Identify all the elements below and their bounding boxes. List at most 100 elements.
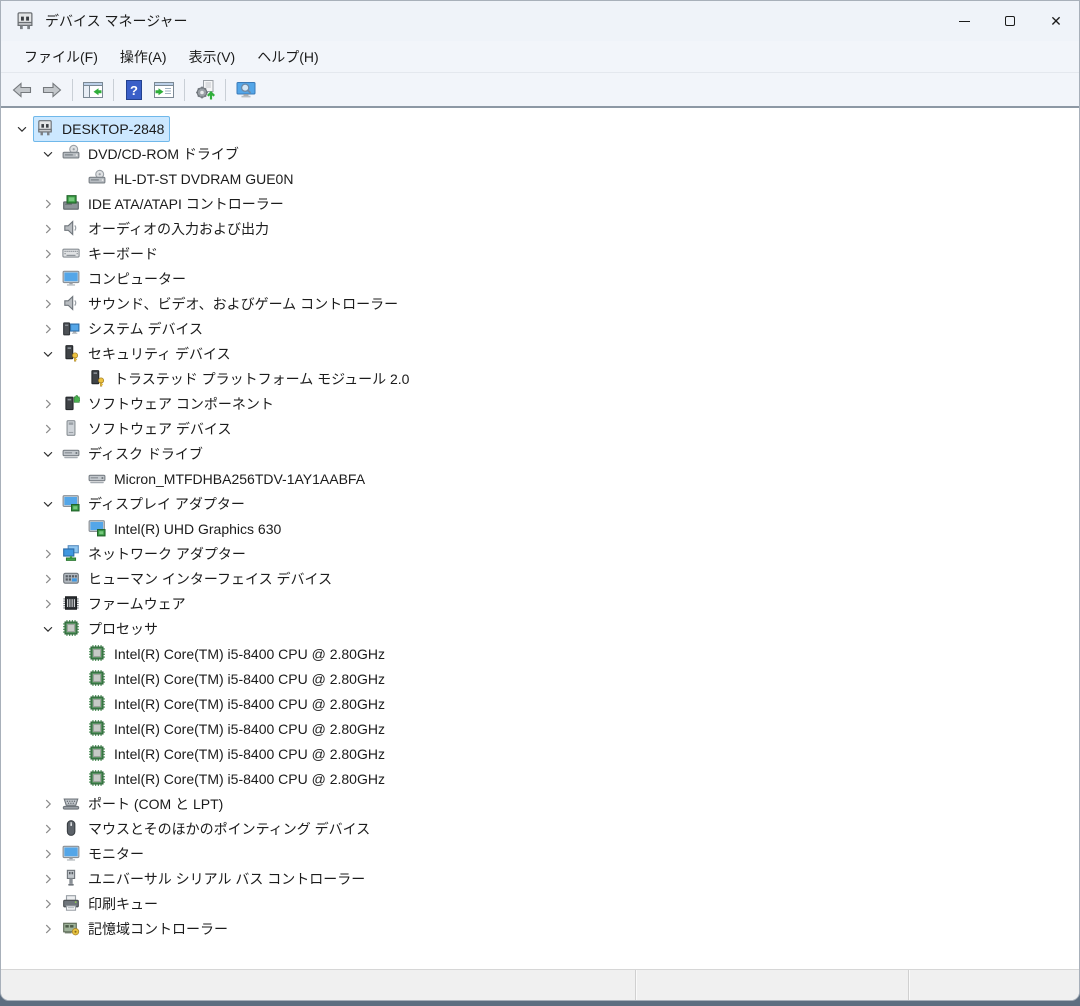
chevron-collapsed-icon[interactable] [37, 566, 59, 591]
toolbar-button-help[interactable]: ? [119, 76, 149, 104]
tree-item[interactable]: Intel(R) Core(TM) i5-8400 CPU @ 2.80GHz [1, 716, 1079, 741]
tree-item-content[interactable]: ソフトウェア コンポーネント [59, 391, 280, 417]
tree-item[interactable]: DVD/CD-ROM ドライブ [1, 141, 1079, 166]
tree-item[interactable]: コンピューター [1, 266, 1079, 291]
tree-item[interactable]: ソフトウェア コンポーネント [1, 391, 1079, 416]
menu-item-help[interactable]: ヘルプ(H) [246, 42, 329, 72]
tree-item-content[interactable]: ユニバーサル シリアル バス コントローラー [59, 866, 371, 892]
tree-item-content[interactable]: Intel(R) Core(TM) i5-8400 CPU @ 2.80GHz [85, 741, 391, 767]
tree-item-content[interactable]: ネットワーク アダプター [59, 541, 252, 567]
tree-item[interactable]: 印刷キュー [1, 891, 1079, 916]
menu-item-file[interactable]: ファイル(F) [13, 42, 109, 72]
tree-item[interactable]: Intel(R) Core(TM) i5-8400 CPU @ 2.80GHz [1, 741, 1079, 766]
tree-item-content[interactable]: ヒューマン インターフェイス デバイス [59, 566, 338, 592]
tree-item-content[interactable]: オーディオの入力および出力 [59, 216, 275, 242]
tree-item-content[interactable]: セキュリティ デバイス [59, 341, 237, 367]
tree-item-content[interactable]: Intel(R) Core(TM) i5-8400 CPU @ 2.80GHz [85, 766, 391, 792]
tree-item-content[interactable]: DVD/CD-ROM ドライブ [59, 141, 245, 167]
chevron-expanded-icon[interactable] [37, 141, 59, 166]
chevron-collapsed-icon[interactable] [37, 316, 59, 341]
tree-item-content[interactable]: マウスとそのほかのポインティング デバイス [59, 816, 376, 842]
toolbar-button-scan-hardware-changes[interactable] [190, 76, 220, 104]
chevron-collapsed-icon[interactable] [37, 816, 59, 841]
tree-item[interactable]: ネットワーク アダプター [1, 541, 1079, 566]
tree-item-content[interactable]: Intel(R) Core(TM) i5-8400 CPU @ 2.80GHz [85, 691, 391, 717]
minimize-button[interactable] [941, 1, 987, 41]
tree-item-content[interactable]: モニター [59, 841, 150, 867]
tree-item-content[interactable]: ファームウェア [59, 591, 192, 617]
tree-item-content[interactable]: Intel(R) Core(TM) i5-8400 CPU @ 2.80GHz [85, 666, 391, 692]
tree-item[interactable]: オーディオの入力および出力 [1, 216, 1079, 241]
menu-item-view[interactable]: 表示(V) [178, 42, 247, 72]
chevron-collapsed-icon[interactable] [37, 216, 59, 241]
tree-item[interactable]: Intel(R) Core(TM) i5-8400 CPU @ 2.80GHz [1, 641, 1079, 666]
toolbar-button-computer-scan[interactable] [231, 76, 261, 104]
tree-item[interactable]: 記憶域コントローラー [1, 916, 1079, 941]
chevron-collapsed-icon[interactable] [37, 416, 59, 441]
tree-item-content[interactable]: サウンド、ビデオ、およびゲーム コントローラー [59, 291, 404, 317]
tree-item-content[interactable]: Intel(R) UHD Graphics 630 [85, 516, 287, 542]
tree-item-content[interactable]: キーボード [59, 241, 164, 267]
tree-item-content[interactable]: ポート (COM と LPT) [59, 791, 229, 817]
chevron-collapsed-icon[interactable] [37, 891, 59, 916]
chevron-expanded-icon[interactable] [37, 341, 59, 366]
close-button[interactable]: ✕ [1033, 1, 1079, 41]
chevron-collapsed-icon[interactable] [37, 241, 59, 266]
chevron-collapsed-icon[interactable] [37, 841, 59, 866]
tree-item[interactable]: ソフトウェア デバイス [1, 416, 1079, 441]
tree-item-selected[interactable]: DESKTOP-2848 [33, 115, 171, 142]
tree-item-content[interactable]: ディスプレイ アダプター [59, 491, 251, 517]
toolbar-button-forward[interactable] [37, 76, 67, 104]
tree-item[interactable]: Micron_MTFDHBA256TDV-1AY1AABFA [1, 466, 1079, 491]
tree-item[interactable]: Intel(R) Core(TM) i5-8400 CPU @ 2.80GHz [1, 666, 1079, 691]
tree-item-content[interactable]: Micron_MTFDHBA256TDV-1AY1AABFA [85, 466, 371, 492]
chevron-collapsed-icon[interactable] [37, 191, 59, 216]
toolbar-button-show-console-tree[interactable] [78, 76, 108, 104]
tree-item[interactable]: ディスク ドライブ [1, 441, 1079, 466]
tree-item-content[interactable]: ソフトウェア デバイス [59, 416, 237, 442]
tree-item-content[interactable]: HL-DT-ST DVDRAM GUE0N [85, 166, 299, 192]
tree-item[interactable]: サウンド、ビデオ、およびゲーム コントローラー [1, 291, 1079, 316]
chevron-expanded-icon[interactable] [37, 616, 59, 641]
tree-item[interactable]: ディスプレイ アダプター [1, 491, 1079, 516]
tree-item-content[interactable]: Intel(R) Core(TM) i5-8400 CPU @ 2.80GHz [85, 716, 391, 742]
tree-item-content[interactable]: トラステッド プラットフォーム モジュール 2.0 [85, 366, 415, 392]
tree-item-content[interactable]: 印刷キュー [59, 891, 164, 917]
tree-item-content[interactable]: 記憶域コントローラー [59, 916, 234, 942]
tree-item-content[interactable]: システム デバイス [59, 316, 209, 342]
tree-item[interactable]: HL-DT-ST DVDRAM GUE0N [1, 166, 1079, 191]
tree-item[interactable]: モニター [1, 841, 1079, 866]
tree-item[interactable]: システム デバイス [1, 316, 1079, 341]
tree-item[interactable]: トラステッド プラットフォーム モジュール 2.0 [1, 366, 1079, 391]
tree-item[interactable]: DESKTOP-2848 [1, 115, 1079, 142]
chevron-collapsed-icon[interactable] [37, 391, 59, 416]
tree-item[interactable]: ポート (COM と LPT) [1, 791, 1079, 816]
chevron-collapsed-icon[interactable] [37, 591, 59, 616]
chevron-collapsed-icon[interactable] [37, 916, 59, 941]
tree-item[interactable]: Intel(R) Core(TM) i5-8400 CPU @ 2.80GHz [1, 691, 1079, 716]
menu-item-action[interactable]: 操作(A) [109, 42, 178, 72]
tree-item-content[interactable]: Intel(R) Core(TM) i5-8400 CPU @ 2.80GHz [85, 641, 391, 667]
toolbar-button-back[interactable] [7, 76, 37, 104]
chevron-collapsed-icon[interactable] [37, 541, 59, 566]
tree-item[interactable]: マウスとそのほかのポインティング デバイス [1, 816, 1079, 841]
chevron-collapsed-icon[interactable] [37, 791, 59, 816]
tree-item-content[interactable]: ディスク ドライブ [59, 441, 209, 467]
tree-item[interactable]: Intel(R) Core(TM) i5-8400 CPU @ 2.80GHz [1, 766, 1079, 791]
chevron-collapsed-icon[interactable] [37, 266, 59, 291]
chevron-expanded-icon[interactable] [11, 116, 33, 141]
tree-item-content[interactable]: コンピューター [59, 266, 192, 292]
tree-item[interactable]: Intel(R) UHD Graphics 630 [1, 516, 1079, 541]
maximize-button[interactable] [987, 1, 1033, 41]
chevron-collapsed-icon[interactable] [37, 291, 59, 316]
tree-item[interactable]: IDE ATA/ATAPI コントローラー [1, 191, 1079, 216]
chevron-collapsed-icon[interactable] [37, 866, 59, 891]
toolbar-button-properties[interactable] [149, 76, 179, 104]
tree-item[interactable]: ファームウェア [1, 591, 1079, 616]
chevron-expanded-icon[interactable] [37, 491, 59, 516]
tree-item[interactable]: キーボード [1, 241, 1079, 266]
tree-item-content[interactable]: プロセッサ [59, 616, 164, 642]
tree-item[interactable]: ヒューマン インターフェイス デバイス [1, 566, 1079, 591]
chevron-expanded-icon[interactable] [37, 441, 59, 466]
tree-item-content[interactable]: IDE ATA/ATAPI コントローラー [59, 191, 290, 217]
